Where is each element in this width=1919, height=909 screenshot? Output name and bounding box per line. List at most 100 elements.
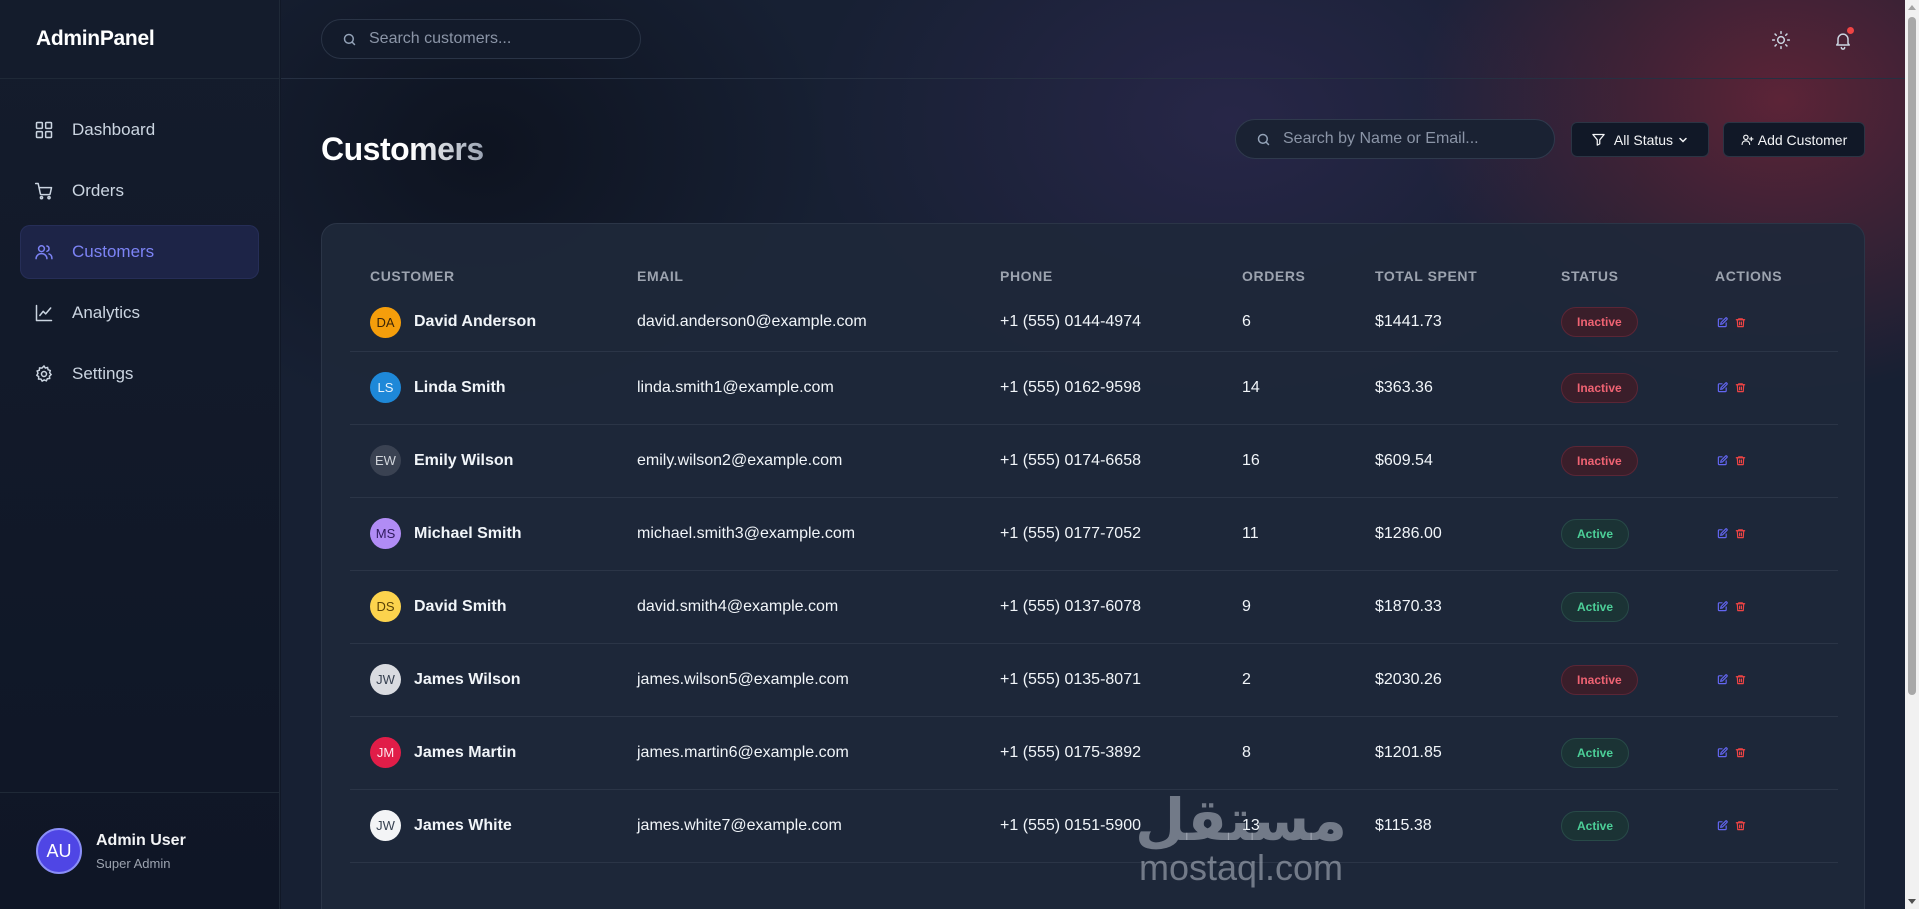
row-actions: [1715, 673, 1838, 687]
cell-total-spent: $2030.26: [1355, 643, 1541, 717]
user-meta: Admin User Super Admin: [96, 832, 186, 871]
customer-name[interactable]: Michael Smith: [414, 525, 522, 543]
customer-name[interactable]: David Anderson: [414, 313, 536, 331]
table-row[interactable]: DA David Anderson david.anderson0@example.…: [350, 294, 1838, 352]
avatar: JW: [370, 664, 401, 695]
customer-name[interactable]: Emily Wilson: [414, 452, 513, 470]
customer-name[interactable]: Linda Smith: [414, 379, 506, 397]
table-row[interactable]: JW James Wilson james.wilson5@example.com +…: [350, 643, 1838, 717]
scroll-thumb[interactable]: [1908, 17, 1916, 695]
customer-cell: MS Michael Smith: [370, 518, 617, 549]
add-customer-label: Add Customer: [1757, 131, 1848, 148]
top-bar: [281, 0, 1905, 79]
table-row[interactable]: JW James White james.white7@example.com +1 …: [350, 789, 1838, 863]
table-row[interactable]: DS David Smith david.smith4@example.com +1 …: [350, 570, 1838, 644]
cell-customer: JW James Wilson: [350, 643, 617, 717]
cell-status: Active: [1541, 789, 1695, 863]
scroll-down-arrow[interactable]: [1908, 899, 1916, 904]
customer-search-input[interactable]: [1283, 130, 1523, 148]
column-header-orders[interactable]: Orders: [1222, 264, 1355, 294]
status-badge: Inactive: [1561, 664, 1638, 695]
sidebar-item-dashboard[interactable]: Dashboard: [20, 103, 259, 157]
customer-name[interactable]: James Wilson: [414, 671, 521, 689]
delete-button[interactable]: [1733, 454, 1747, 468]
edit-button[interactable]: [1715, 673, 1729, 687]
delete-button[interactable]: [1733, 600, 1747, 614]
customer-search-box[interactable]: [1235, 119, 1555, 159]
column-header-actions: Actions: [1715, 268, 1783, 284]
table-row[interactable]: LS Linda Smith linda.smith1@example.com +1 …: [350, 351, 1838, 425]
edit-button[interactable]: [1715, 600, 1729, 614]
edit-button[interactable]: [1715, 454, 1729, 468]
delete-button[interactable]: [1733, 673, 1747, 687]
column-header-email[interactable]: Email: [617, 264, 980, 294]
cell-orders: 8: [1222, 716, 1355, 790]
search-input[interactable]: [369, 30, 609, 48]
delete-button[interactable]: [1733, 746, 1747, 760]
table-row[interactable]: EW Emily Wilson emily.wilson2@example.com +…: [350, 424, 1838, 498]
brand-logo[interactable]: AdminPanel: [0, 0, 279, 79]
column-header-status[interactable]: Status: [1541, 264, 1695, 294]
theme-toggle-button[interactable]: [1767, 26, 1795, 54]
row-actions: [1715, 746, 1838, 760]
sidebar-item-settings[interactable]: Settings: [20, 347, 259, 401]
cell-status: Inactive: [1541, 351, 1695, 425]
edit-button[interactable]: [1715, 315, 1729, 329]
edit-button[interactable]: [1715, 746, 1729, 760]
trash-icon: [1735, 529, 1745, 539]
cell-customer: EW Emily Wilson: [350, 424, 617, 498]
edit-button[interactable]: [1715, 527, 1729, 541]
cart-icon: [34, 182, 53, 200]
customer-cell: DA David Anderson: [370, 306, 617, 338]
avatar: LS: [370, 372, 401, 403]
sidebar-item-label: Analytics: [72, 303, 141, 322]
column-header-total-spent[interactable]: Total Spent: [1355, 264, 1541, 294]
search-icon: [1257, 133, 1270, 145]
top-search-box[interactable]: [321, 19, 641, 59]
avatar[interactable]: AU: [36, 828, 82, 874]
cell-status: Inactive: [1541, 424, 1695, 498]
cell-customer: DS David Smith: [350, 570, 617, 644]
row-actions: [1715, 454, 1838, 468]
status-badge: Inactive: [1561, 307, 1638, 338]
avatar: JW: [370, 810, 401, 841]
delete-button[interactable]: [1733, 381, 1747, 395]
scroll-up-arrow[interactable]: [1908, 5, 1916, 10]
edit-icon: [1717, 747, 1728, 758]
cell-status: Active: [1541, 716, 1695, 790]
user-profile[interactable]: AU Admin User Super Admin: [0, 792, 280, 909]
delete-button[interactable]: [1733, 819, 1747, 833]
notifications-button[interactable]: [1829, 26, 1857, 54]
status-filter-button[interactable]: All Status: [1571, 122, 1709, 157]
sidebar-nav: Dashboard Orders Customers Analytics Set…: [0, 79, 279, 432]
customer-name[interactable]: David Smith: [414, 598, 506, 616]
sun-icon: [1771, 30, 1791, 50]
status-filter-label: All Status: [1613, 131, 1674, 148]
page-scrollbar[interactable]: [1905, 0, 1919, 909]
add-customer-button[interactable]: Add Customer: [1723, 122, 1865, 157]
trash-icon: [1735, 675, 1745, 685]
delete-button[interactable]: [1733, 315, 1747, 329]
column-header-phone[interactable]: Phone: [980, 264, 1222, 294]
edit-button[interactable]: [1715, 819, 1729, 833]
cell-customer: LS Linda Smith: [350, 351, 617, 425]
cell-total-spent: $363.36: [1355, 351, 1541, 425]
delete-button[interactable]: [1733, 527, 1747, 541]
cell-orders: 9: [1222, 570, 1355, 644]
sidebar-item-orders[interactable]: Orders: [20, 164, 259, 218]
cell-phone: +1 (555) 0162-9598: [980, 351, 1222, 425]
avatar: JM: [370, 737, 401, 768]
edit-icon: [1717, 528, 1728, 539]
column-header-customer[interactable]: Customer: [350, 264, 617, 294]
customer-name[interactable]: James Martin: [414, 744, 516, 762]
sidebar-item-analytics[interactable]: Analytics: [20, 286, 259, 340]
customer-name[interactable]: James White: [414, 817, 512, 835]
edit-button[interactable]: [1715, 381, 1729, 395]
notification-dot: [1847, 27, 1854, 34]
table-header-row: Customer Email Phone Orders Total Spent …: [350, 264, 1838, 294]
search-icon: [343, 33, 356, 45]
sidebar-item-customers[interactable]: Customers: [20, 225, 259, 279]
table-row[interactable]: MS Michael Smith michael.smith3@example.co…: [350, 497, 1838, 571]
status-badge: Active: [1561, 810, 1630, 841]
table-row[interactable]: JM James Martin james.martin6@example.com +…: [350, 716, 1838, 790]
